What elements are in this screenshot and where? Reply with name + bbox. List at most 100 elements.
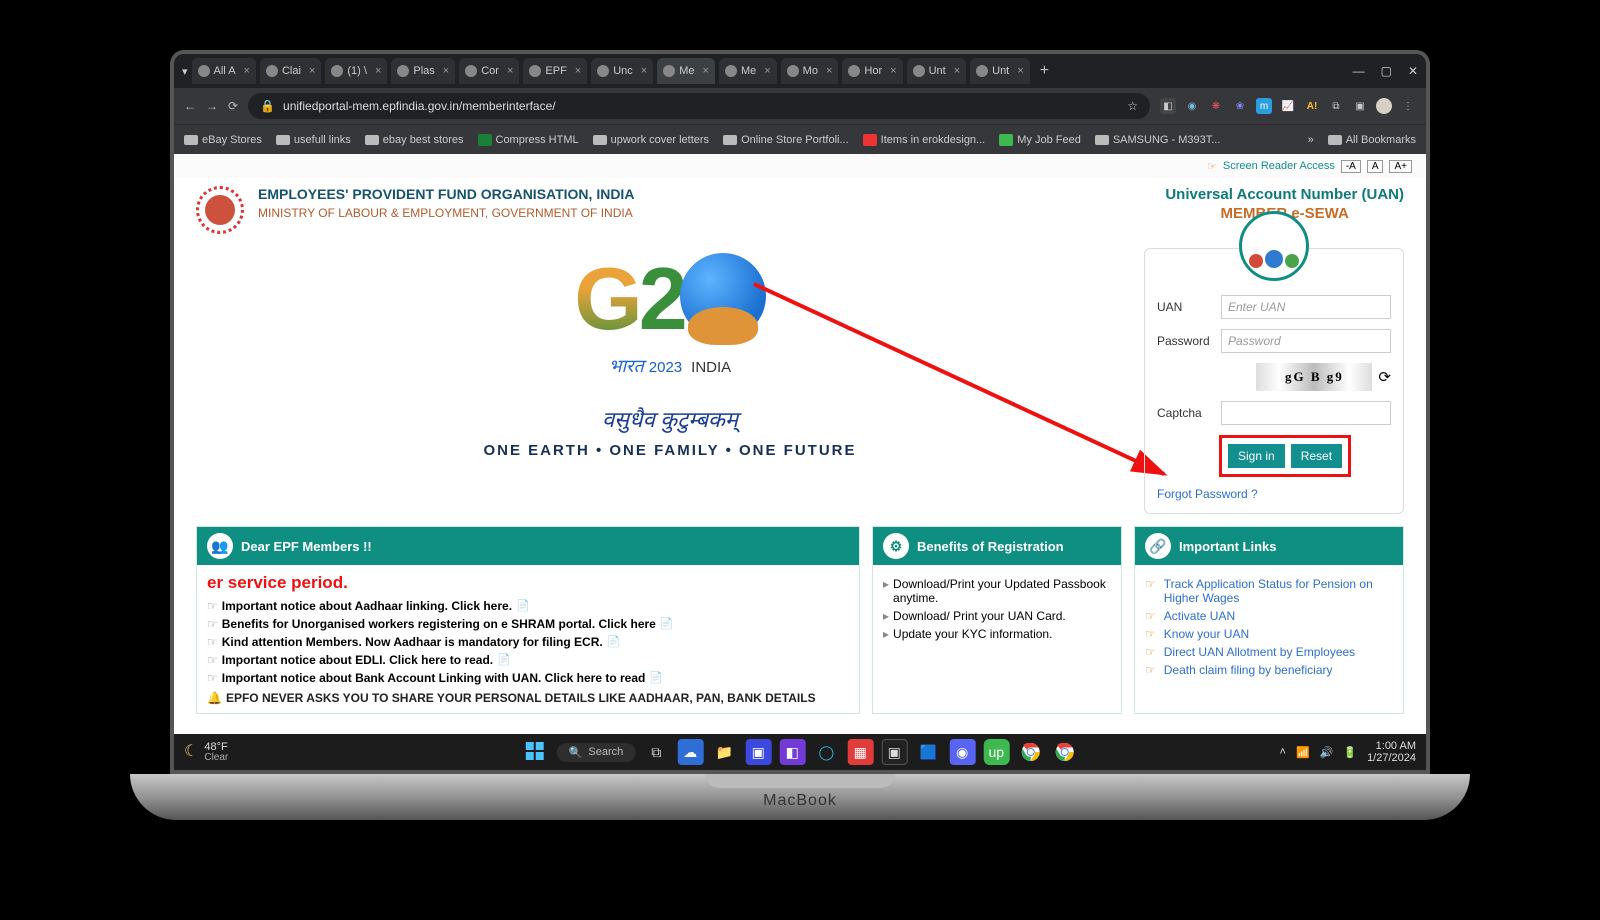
link-text[interactable]: Track Application Status for Pension on …: [1164, 577, 1393, 605]
new-tab-button[interactable]: +: [1034, 62, 1055, 80]
ext-icon[interactable]: 📈: [1280, 98, 1296, 114]
close-icon[interactable]: ×: [443, 65, 449, 77]
browser-tab[interactable]: (1) \×: [325, 58, 387, 84]
profile-icon[interactable]: [1376, 98, 1392, 114]
edge-icon[interactable]: ◯: [813, 739, 839, 765]
password-input[interactable]: [1221, 329, 1391, 353]
link-item[interactable]: ☞Direct UAN Allotment by Employees: [1145, 645, 1393, 659]
ext-icon[interactable]: ❋: [1208, 98, 1224, 114]
notice-item[interactable]: ☞Kind attention Members. Now Aadhaar is …: [207, 635, 849, 649]
chrome-icon[interactable]: [1051, 739, 1077, 765]
forgot-password-link[interactable]: Forgot Password ?: [1157, 487, 1391, 501]
browser-tab[interactable]: Me×: [657, 58, 715, 84]
taskbar-clock[interactable]: 1:00 AM 1/27/2024: [1367, 740, 1416, 764]
app-icon[interactable]: up: [983, 739, 1009, 765]
close-icon[interactable]: ×: [244, 65, 250, 77]
browser-tab[interactable]: Plas×: [391, 58, 455, 84]
browser-tab[interactable]: All A×: [192, 58, 256, 84]
close-icon[interactable]: ×: [575, 65, 581, 77]
bookmark-item[interactable]: upwork cover letters: [593, 134, 709, 146]
signin-button[interactable]: Sign in: [1228, 444, 1285, 468]
chrome-icon[interactable]: [1017, 739, 1043, 765]
star-icon[interactable]: ☆: [1127, 99, 1138, 113]
browser-tab[interactable]: Clai×: [260, 58, 321, 84]
close-icon[interactable]: ×: [954, 65, 960, 77]
close-icon[interactable]: ×: [641, 65, 647, 77]
all-bookmarks-button[interactable]: All Bookmarks: [1328, 134, 1416, 146]
ext-icon[interactable]: ⧉: [1328, 98, 1344, 114]
close-icon[interactable]: ×: [1017, 65, 1023, 77]
browser-tab[interactable]: Unt×: [907, 58, 967, 84]
bookmark-item[interactable]: Online Store Portfoli...: [723, 134, 849, 146]
bookmark-item[interactable]: SAMSUNG - M393T...: [1095, 134, 1221, 146]
browser-tab[interactable]: Me×: [719, 58, 777, 84]
close-icon[interactable]: ×: [703, 65, 709, 77]
ext-icon[interactable]: m: [1256, 98, 1272, 114]
ext-icon[interactable]: ▣: [1352, 98, 1368, 114]
reload-icon[interactable]: ⟳: [228, 99, 238, 113]
browser-tab[interactable]: Unc×: [591, 58, 653, 84]
forward-icon[interactable]: →: [206, 99, 218, 113]
close-icon[interactable]: ×: [309, 65, 315, 77]
close-icon[interactable]: ×: [507, 65, 513, 77]
start-icon[interactable]: [523, 739, 549, 765]
chevron-up-icon[interactable]: ˄: [1280, 746, 1286, 758]
browser-tab[interactable]: Unt×: [970, 58, 1030, 84]
taskview-icon[interactable]: ⧉: [643, 739, 669, 765]
link-text[interactable]: Death claim filing by beneficiary: [1164, 663, 1333, 677]
reset-button[interactable]: Reset: [1291, 444, 1342, 468]
ext-icon[interactable]: ❀: [1232, 98, 1248, 114]
menu-icon[interactable]: ⋮: [1400, 98, 1416, 114]
browser-tab[interactable]: Cor×: [459, 58, 519, 84]
browser-tab[interactable]: EPF×: [523, 58, 587, 84]
link-text[interactable]: Know your UAN: [1164, 627, 1249, 641]
bookmark-item[interactable]: ebay best stores: [365, 134, 464, 146]
bookmark-item[interactable]: Items in erokdesign...: [863, 134, 986, 146]
bookmark-item[interactable]: usefull links: [276, 134, 351, 146]
font-increase-button[interactable]: A+: [1389, 160, 1412, 173]
app-icon[interactable]: ▦: [847, 739, 873, 765]
link-text[interactable]: Direct UAN Allotment by Employees: [1164, 645, 1355, 659]
browser-tab[interactable]: Hor×: [842, 58, 902, 84]
url-box[interactable]: 🔒 unifiedportal-mem.epfindia.gov.in/memb…: [248, 93, 1150, 119]
tab-dropdown-icon[interactable]: ▾: [182, 65, 188, 78]
app-icon[interactable]: ▣: [745, 739, 771, 765]
notice-item[interactable]: ☞Important notice about EDLI. Click here…: [207, 653, 849, 667]
back-icon[interactable]: ←: [184, 99, 196, 113]
link-item[interactable]: ☞Know your UAN: [1145, 627, 1393, 641]
bookmark-item[interactable]: Compress HTML: [478, 134, 579, 146]
weather-widget[interactable]: ☾ 48°F Clear: [184, 742, 228, 763]
close-icon[interactable]: ×: [826, 65, 832, 77]
notice-item[interactable]: ☞Benefits for Unorganised workers regist…: [207, 617, 849, 631]
battery-icon[interactable]: 🔋: [1343, 746, 1357, 759]
browser-tab[interactable]: Mo×: [781, 58, 839, 84]
explorer-icon[interactable]: 📁: [711, 739, 737, 765]
uan-input[interactable]: [1221, 295, 1391, 319]
link-item[interactable]: ☞Death claim filing by beneficiary: [1145, 663, 1393, 677]
app-icon[interactable]: ▣: [881, 739, 907, 765]
link-item[interactable]: ☞Track Application Status for Pension on…: [1145, 577, 1393, 605]
bookmark-item[interactable]: My Job Feed: [999, 134, 1081, 146]
ext-icon[interactable]: ◉: [1184, 98, 1200, 114]
wifi-icon[interactable]: 📶: [1296, 746, 1310, 759]
window-maximize-icon[interactable]: ▢: [1381, 64, 1392, 78]
close-icon[interactable]: ×: [890, 65, 896, 77]
font-decrease-button[interactable]: -A: [1341, 160, 1361, 173]
link-item[interactable]: ☞Activate UAN: [1145, 609, 1393, 623]
window-minimize-icon[interactable]: —: [1353, 64, 1365, 78]
volume-icon[interactable]: 🔊: [1320, 746, 1334, 759]
close-icon[interactable]: ×: [764, 65, 770, 77]
notice-item[interactable]: ☞Important notice about Bank Account Lin…: [207, 671, 849, 685]
bookmark-item[interactable]: eBay Stores: [184, 134, 262, 146]
bookmarks-overflow-icon[interactable]: »: [1308, 134, 1314, 146]
window-close-icon[interactable]: ✕: [1408, 64, 1418, 78]
app-icon[interactable]: ◧: [779, 739, 805, 765]
discord-icon[interactable]: ◉: [949, 739, 975, 765]
screen-reader-link[interactable]: Screen Reader Access: [1223, 160, 1335, 172]
app-icon[interactable]: ☁: [677, 739, 703, 765]
close-icon[interactable]: ×: [375, 65, 381, 77]
skype-icon[interactable]: 🟦: [915, 739, 941, 765]
refresh-icon[interactable]: ⟳: [1378, 368, 1391, 386]
font-reset-button[interactable]: A: [1367, 160, 1384, 173]
ext-icon[interactable]: ◧: [1160, 98, 1176, 114]
